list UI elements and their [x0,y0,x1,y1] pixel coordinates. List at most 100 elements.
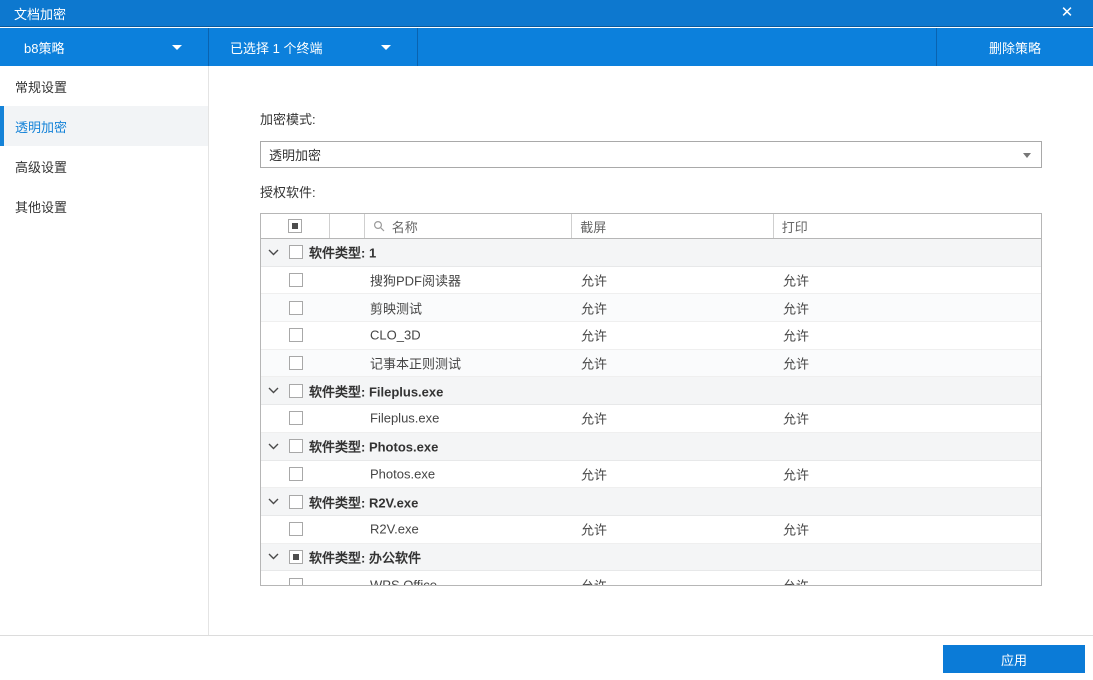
software-name: CLO_3D [370,327,421,343]
row-checkbox[interactable] [289,356,303,371]
print-column-label[interactable]: 打印 [774,214,1041,238]
header-expand-cell [330,214,365,238]
print-permission: 允许 [783,522,810,538]
main-panel: 加密模式: 透明加密 授权软件: 名称 截屏 打印 软件类型: 1 搜狗PDF阅… [209,66,1093,635]
group-checkbox[interactable] [289,549,303,564]
table-group-row[interactable]: 软件类型: Photos.exe [261,432,1041,461]
footer-bar: 应用 [0,635,1093,680]
print-permission: 允许 [783,356,810,372]
chevron-down-icon[interactable] [268,440,280,452]
sidebar-item-0[interactable]: 常规设置 [0,66,208,106]
group-label: 软件类型: 办公软件 [309,550,421,566]
table-row[interactable]: R2V.exe 允许 允许 [261,516,1041,544]
row-checkbox[interactable] [289,300,303,315]
software-name: R2V.exe [370,521,419,537]
sidebar-item-3[interactable]: 其他设置 [0,186,208,226]
sidebar-item-2[interactable]: 高级设置 [0,146,208,186]
software-name: WPS Office [370,577,437,585]
dialog-body: 常规设置 透明加密 高级设置 其他设置 加密模式: 透明加密 授权软件: 名称 … [0,66,1093,635]
header-name-cell[interactable]: 名称 [365,214,573,238]
search-icon [373,220,385,232]
close-icon[interactable]: ✕ [1055,0,1079,26]
print-permission: 允许 [783,467,810,483]
encryption-mode-select[interactable]: 透明加密 [260,141,1042,168]
title-bar: 文档加密 ✕ [0,0,1093,27]
row-checkbox[interactable] [289,522,303,537]
group-label: 软件类型: Photos.exe [309,439,439,455]
software-name: Fileplus.exe [370,410,440,426]
encryption-mode-value: 透明加密 [269,148,322,163]
print-permission: 允许 [783,411,810,427]
name-column-label: 名称 [391,219,418,235]
software-name: 搜狗PDF阅读器 [370,273,462,289]
header-checkbox-cell [261,214,330,238]
terminal-dropdown[interactable]: 已选择 1 个终端 [209,28,418,66]
screen-permission: 允许 [581,575,607,585]
policy-dropdown-value: b8策略 [24,40,65,56]
software-name: 剪映测试 [370,301,423,317]
group-checkbox[interactable] [289,439,303,454]
table-row[interactable]: 搜狗PDF阅读器 允许 允许 [261,267,1041,295]
delete-policy-label: 删除策略 [988,40,1041,56]
chevron-down-icon[interactable] [268,496,280,508]
software-table: 名称 截屏 打印 软件类型: 1 搜狗PDF阅读器 允许 允许 剪映测试 允许 允许 CLO_… [260,213,1042,586]
group-checkbox[interactable] [289,383,303,398]
table-row[interactable]: 剪映测试 允许 允许 [261,294,1041,323]
table-row[interactable]: 记事本正则测试 允许 允许 [261,349,1041,378]
row-checkbox[interactable] [289,273,303,288]
settings-content: 加密模式: 透明加密 授权软件: 名称 截屏 打印 软件类型: 1 搜狗PDF阅… [260,112,1042,586]
row-checkbox[interactable] [289,577,303,585]
document-encryption-dialog: 文档加密 ✕ b8策略 已选择 1 个终端 删除策略 常规设置 透明加密 高级设置其… [0,0,1093,680]
chevron-down-icon[interactable] [268,551,280,563]
screen-permission: 允许 [581,467,608,483]
table-group-row[interactable]: 软件类型: Fileplus.exe [261,377,1041,406]
table-row[interactable]: Fileplus.exe 允许 允许 [261,405,1041,433]
group-label: 软件类型: R2V.exe [309,495,419,511]
chevron-down-icon[interactable] [268,385,280,397]
group-checkbox[interactable] [289,245,303,260]
screen-permission: 允许 [581,328,608,344]
chevron-down-icon [381,45,391,50]
screen-permission: 允许 [581,356,608,372]
table-group-row[interactable]: 软件类型: 办公软件 [261,543,1041,572]
table-group-row[interactable]: 软件类型: 1 [261,239,1041,267]
delete-policy-button[interactable]: 删除策略 [936,28,1093,66]
dialog-title: 文档加密 [14,6,67,22]
authorized-software-label: 授权软件: [260,185,316,200]
screen-permission: 允许 [581,411,608,427]
software-name: Photos.exe [370,466,436,482]
row-checkbox[interactable] [289,466,303,481]
chevron-down-icon [172,45,182,50]
table-row[interactable]: WPS Office 允许 允许 [261,571,1041,585]
row-checkbox[interactable] [289,411,303,426]
group-label: 软件类型: Fileplus.exe [309,384,444,400]
print-permission: 允许 [783,328,810,344]
policy-dropdown[interactable]: b8策略 [0,28,209,66]
software-table-body: 软件类型: 1 搜狗PDF阅读器 允许 允许 剪映测试 允许 允许 CLO_3D 允许 允许 记事本… [261,239,1041,585]
screen-permission: 允许 [581,522,608,538]
print-permission: 允许 [783,273,810,289]
terminal-dropdown-value: 已选择 1 个终端 [230,40,323,56]
group-label: 软件类型: 1 [309,245,377,261]
group-checkbox[interactable] [289,494,303,509]
software-name: 记事本正则测试 [370,356,462,372]
row-checkbox[interactable] [289,328,303,343]
chevron-down-icon[interactable] [268,246,280,258]
apply-button[interactable]: 应用 [943,645,1085,673]
print-permission: 允许 [783,575,809,585]
screen-column-label[interactable]: 截屏 [572,214,774,238]
table-header: 名称 截屏 打印 [261,214,1041,239]
chevron-down-icon [1023,153,1031,158]
screen-permission: 允许 [581,273,608,289]
select-all-checkbox[interactable] [287,219,302,233]
table-row[interactable]: Photos.exe 允许 允许 [261,461,1041,489]
sidebar: 常规设置 透明加密 高级设置 其他设置 [0,66,209,635]
toolbar: b8策略 已选择 1 个终端 删除策略 [0,28,1093,66]
table-row[interactable]: CLO_3D 允许 允许 [261,322,1041,350]
sidebar-item-1[interactable]: 透明加密 [0,106,208,146]
print-permission: 允许 [783,301,810,317]
encryption-mode-label: 加密模式: [260,112,316,127]
screen-permission: 允许 [581,301,608,317]
table-group-row[interactable]: 软件类型: R2V.exe [261,488,1041,516]
